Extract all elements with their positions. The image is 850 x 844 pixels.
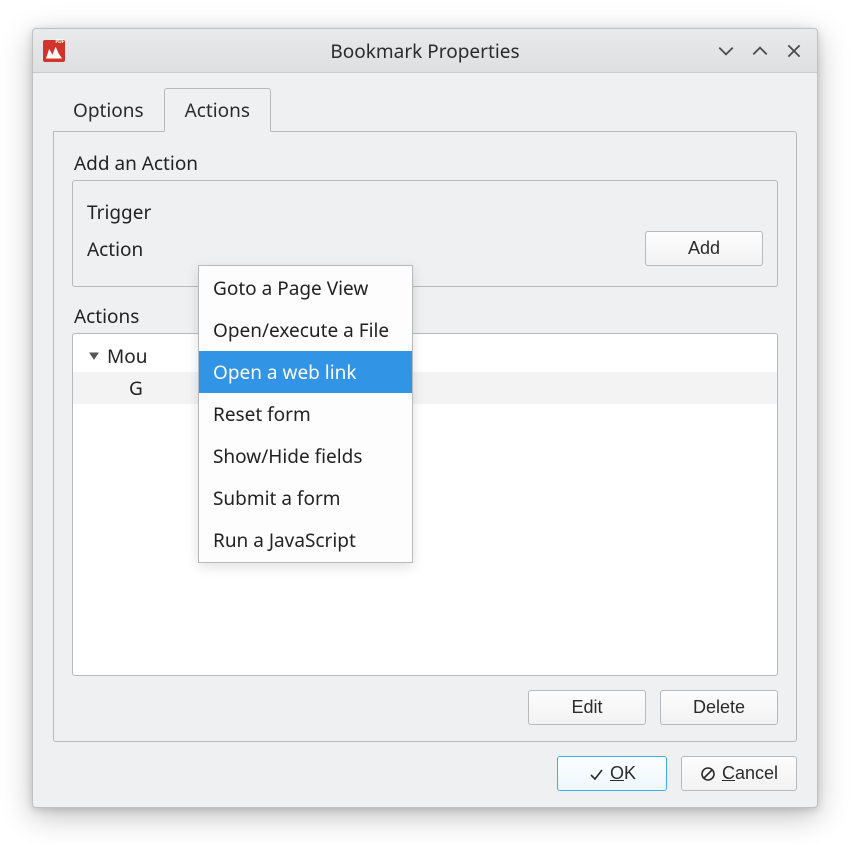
tab-strip: Options Actions — [53, 91, 797, 131]
dialog-window: Bookmark Properties Options Actions — [32, 28, 818, 808]
window-controls — [717, 42, 809, 60]
cancel-button-mnemonic: C — [722, 763, 735, 783]
close-button[interactable] — [785, 42, 803, 60]
edit-button[interactable]: Edit — [528, 690, 646, 725]
ok-button-rest: K — [624, 763, 636, 783]
dropdown-item[interactable]: Run a JavaScript — [199, 519, 412, 561]
dropdown-item[interactable]: Goto a Page View — [199, 267, 412, 309]
actions-list-title: Actions — [74, 303, 778, 329]
tree-child-row[interactable]: G — [73, 372, 777, 404]
check-icon — [588, 766, 604, 782]
list-action-buttons: Edit Delete — [72, 690, 778, 725]
action-dropdown-popup[interactable]: Goto a Page ViewOpen/execute a FileOpen … — [198, 265, 413, 563]
add-action-frame: Trigger Action Add — [72, 180, 778, 287]
add-action-title: Add an Action — [74, 150, 778, 176]
dialog-button-row: OK Cancel — [53, 742, 797, 791]
trigger-label: Trigger — [87, 199, 161, 225]
ok-button-mnemonic: O — [610, 763, 624, 783]
titlebar: Bookmark Properties — [33, 29, 817, 73]
ok-button[interactable]: OK — [557, 756, 667, 791]
tree-root-label: Mou — [107, 343, 147, 369]
tree-child-label: G — [129, 375, 143, 401]
tab-actions[interactable]: Actions — [164, 88, 271, 132]
add-button[interactable]: Add — [645, 231, 763, 266]
dropdown-item[interactable]: Submit a form — [199, 477, 412, 519]
dropdown-item[interactable]: Reset form — [199, 393, 412, 435]
minimize-button[interactable] — [717, 42, 735, 60]
maximize-button[interactable] — [751, 42, 769, 60]
expand-toggle-icon[interactable] — [87, 349, 101, 363]
dropdown-item[interactable]: Open a web link — [199, 351, 412, 393]
tree-root-row[interactable]: Mou — [73, 340, 777, 372]
cancel-button-rest: ancel — [735, 763, 778, 783]
delete-button[interactable]: Delete — [660, 690, 778, 725]
window-title: Bookmark Properties — [33, 38, 817, 64]
prohibit-icon — [700, 766, 716, 782]
dropdown-item[interactable]: Show/Hide fields — [199, 435, 412, 477]
actions-tree[interactable]: Mou G — [72, 333, 778, 676]
client-area: Options Actions Add an Action Trigger Ac… — [33, 73, 817, 807]
app-icon — [43, 40, 65, 62]
dropdown-item[interactable]: Open/execute a File — [199, 309, 412, 351]
tab-page-actions: Add an Action Trigger Action Add Actions — [53, 131, 797, 742]
tab-options[interactable]: Options — [53, 89, 164, 131]
action-label: Action — [87, 236, 161, 262]
cancel-button[interactable]: Cancel — [681, 756, 797, 791]
